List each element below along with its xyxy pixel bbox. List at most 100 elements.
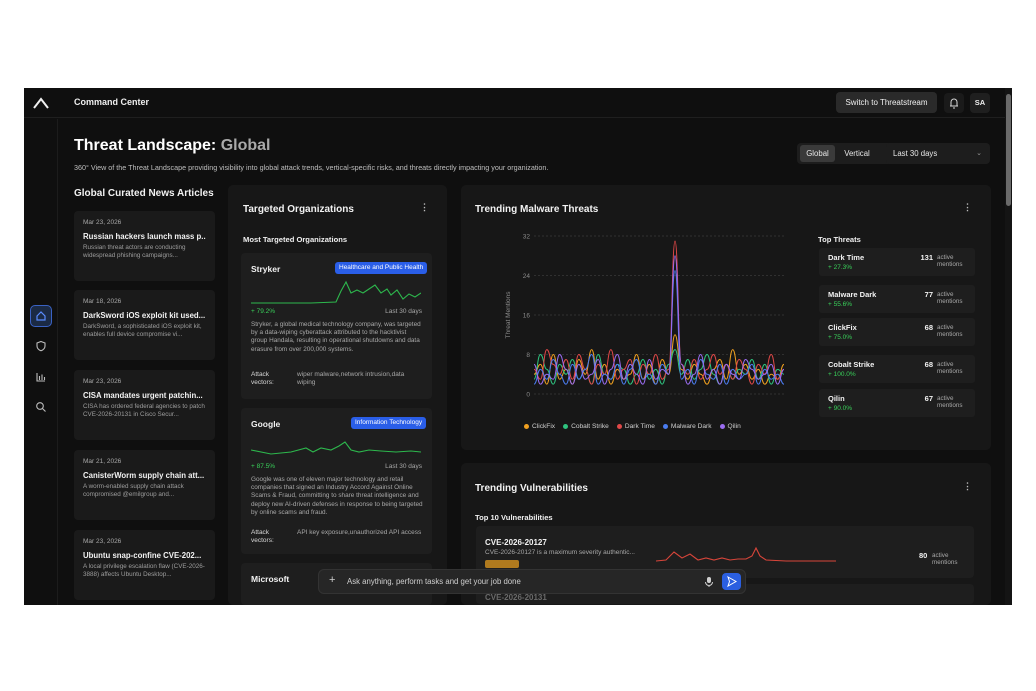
threat-count: 68 bbox=[924, 323, 933, 332]
threat-row[interactable]: Malware Dark + 55.6% 77 active mentions bbox=[819, 285, 975, 313]
news-snippet: CISA has ordered federal agencies to pat… bbox=[83, 403, 205, 418]
threat-row[interactable]: Dark Time + 27.3% 131 active mentions bbox=[819, 248, 975, 276]
news-date: Mar 23, 2026 bbox=[83, 378, 122, 385]
plus-icon[interactable]: + bbox=[329, 574, 335, 586]
page-title: Threat Landscape: Global bbox=[74, 137, 271, 155]
logo-icon[interactable] bbox=[32, 95, 50, 111]
cve-mention-label: active mentions bbox=[932, 552, 958, 566]
threat-name: Qilin bbox=[828, 394, 845, 403]
legend-item[interactable]: Cobalt Strike bbox=[563, 423, 609, 430]
news-card[interactable]: Mar 23, 2026 Ubuntu snap-confine CVE-202… bbox=[74, 530, 215, 600]
send-button[interactable] bbox=[722, 573, 741, 590]
avatar[interactable]: SA bbox=[970, 93, 990, 113]
news-snippet: Russian threat actors are conducting wid… bbox=[83, 244, 186, 259]
switch-threatstream-button[interactable]: Switch to Threatstream bbox=[836, 92, 937, 113]
org-description: Stryker, a global medical technology com… bbox=[251, 321, 421, 353]
top-bar: Command Center Switch to Threatstream SA bbox=[24, 88, 1012, 118]
y-tick-label: 32 bbox=[523, 234, 531, 241]
org-card[interactable]: Stryker Healthcare and Public Health + 7… bbox=[241, 253, 432, 399]
news-title: Russian hackers launch mass p... bbox=[83, 232, 206, 241]
more-options-icon[interactable]: ⋮ bbox=[963, 481, 972, 492]
sector-badge: Healthcare and Public Health bbox=[335, 262, 428, 274]
more-options-icon[interactable]: ⋮ bbox=[420, 202, 429, 213]
org-delta: + 79.2% bbox=[251, 308, 276, 315]
malware-line-chart: 0 8 16 24 32 Threat Mentions bbox=[505, 234, 785, 399]
threat-delta: + 75.0% bbox=[828, 334, 853, 341]
threat-count: 68 bbox=[924, 360, 933, 369]
legend-dot bbox=[616, 423, 622, 429]
y-axis-label: Threat Mentions bbox=[505, 291, 512, 339]
scrollbar-thumb[interactable] bbox=[1006, 94, 1011, 206]
news-card[interactable]: Mar 18, 2026 DarkSword iOS exploit kit u… bbox=[74, 290, 215, 360]
cve-description: CVE-2026-20127 is a maximum severity aut… bbox=[485, 549, 635, 556]
targeted-orgs-panel: Targeted Organizations ⋮ Most Targeted O… bbox=[228, 185, 447, 605]
news-title: CanisterWorm supply chain att... bbox=[83, 471, 205, 480]
legend-label: Malware Dark bbox=[670, 423, 712, 430]
ask-input[interactable]: Ask anything, perform tasks and get your… bbox=[347, 577, 521, 586]
news-title: DarkSword iOS exploit kit used... bbox=[83, 311, 206, 320]
org-card[interactable]: Google Information Technology + 87.5% La… bbox=[241, 408, 432, 554]
threat-name: Dark Time bbox=[828, 253, 865, 262]
attack-vectors-label: Attack vectors: bbox=[251, 529, 274, 545]
threat-name: Malware Dark bbox=[828, 290, 877, 299]
search-icon bbox=[36, 402, 46, 412]
sidebar-item-security[interactable] bbox=[30, 335, 52, 357]
news-card[interactable]: Mar 23, 2026 Russian hackers launch mass… bbox=[74, 211, 215, 281]
org-sparkline bbox=[251, 441, 421, 455]
app-title: Command Center bbox=[74, 97, 150, 107]
threat-count: 77 bbox=[924, 290, 933, 299]
threat-row[interactable]: ClickFix + 75.0% 68 active mentions bbox=[819, 318, 975, 346]
panel-title: Trending Malware Threats bbox=[475, 204, 599, 215]
org-name: Google bbox=[251, 419, 281, 429]
threat-name: Cobalt Strike bbox=[828, 360, 875, 369]
bar-chart-icon bbox=[36, 373, 46, 382]
sidebar-item-search[interactable] bbox=[30, 396, 52, 418]
threat-count-label: active mentions bbox=[937, 291, 963, 305]
legend-item[interactable]: Malware Dark bbox=[662, 423, 712, 430]
tab-global[interactable]: Global bbox=[800, 145, 835, 162]
news-card[interactable]: Mar 23, 2026 CISA mandates urgent patchi… bbox=[74, 370, 215, 440]
y-tick-label: 0 bbox=[526, 392, 530, 399]
threat-count-label: active mentions bbox=[937, 361, 963, 375]
sidebar-item-reports[interactable] bbox=[30, 366, 52, 388]
ask-bar: + Ask anything, perform tasks and get yo… bbox=[318, 569, 746, 594]
legend-dot bbox=[662, 423, 668, 429]
threat-delta: + 55.6% bbox=[828, 301, 853, 308]
legend-dot bbox=[524, 423, 529, 429]
notifications-button[interactable] bbox=[944, 93, 964, 113]
news-date: Mar 18, 2026 bbox=[83, 298, 122, 305]
microphone-icon[interactable] bbox=[704, 576, 714, 588]
news-snippet: DarkSword, a sophisticated iOS exploit k… bbox=[83, 323, 202, 338]
org-description: Google was one of eleven major technolog… bbox=[251, 476, 423, 516]
cve-sparkline bbox=[656, 546, 836, 562]
chart-legend: ClickFix Cobalt Strike Dark Time Malware Da… bbox=[524, 423, 741, 430]
period-select[interactable]: Last 30 days ⌄ bbox=[886, 143, 990, 164]
sidebar-item-home[interactable] bbox=[30, 305, 52, 327]
threat-row[interactable]: Qilin + 90.0% 67 active mentions bbox=[819, 389, 975, 417]
org-period: Last 30 days bbox=[385, 463, 422, 470]
threat-row[interactable]: Cobalt Strike + 100.0% 68 active mentions bbox=[819, 355, 975, 383]
sector-badge: Information Technology bbox=[351, 417, 427, 429]
legend-item[interactable]: Dark Time bbox=[616, 423, 655, 430]
news-card[interactable]: Mar 21, 2026 CanisterWorm supply chain a… bbox=[74, 450, 215, 520]
legend-dot bbox=[563, 423, 569, 429]
threat-count: 67 bbox=[924, 394, 933, 403]
legend-item[interactable]: ClickFix bbox=[524, 423, 555, 430]
legend-label: Qilin bbox=[727, 423, 741, 430]
y-tick-label: 8 bbox=[526, 352, 530, 359]
news-heading: Global Curated News Articles bbox=[74, 188, 214, 199]
shield-icon bbox=[36, 340, 46, 352]
legend-item[interactable]: Qilin bbox=[719, 423, 741, 430]
news-date: Mar 23, 2026 bbox=[83, 538, 122, 545]
panel-title: Trending Vulnerabilities bbox=[475, 483, 588, 494]
series-line-dark-time[interactable] bbox=[533, 240, 785, 385]
tab-vertical[interactable]: Vertical bbox=[837, 145, 877, 162]
news-title: CISA mandates urgent patchin... bbox=[83, 391, 203, 400]
chevron-down-icon: ⌄ bbox=[976, 150, 982, 157]
top-threats-heading: Top Threats bbox=[818, 235, 861, 244]
y-tick-label: 16 bbox=[523, 313, 531, 320]
attack-vectors-value: API key exposure,unauthorized API access bbox=[297, 529, 422, 536]
news-snippet: A worm-enabled supply chain attack compr… bbox=[83, 483, 184, 498]
news-date: Mar 21, 2026 bbox=[83, 458, 122, 465]
more-options-icon[interactable]: ⋮ bbox=[963, 202, 972, 213]
